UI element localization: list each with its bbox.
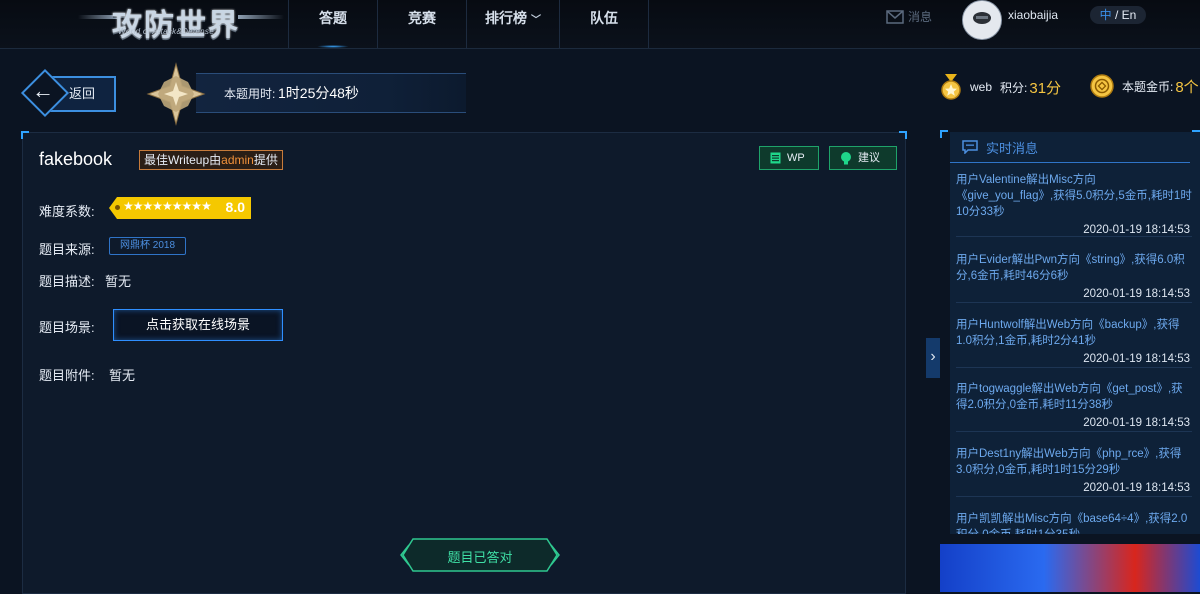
gold-label: 本题金币: <box>1122 79 1174 94</box>
get-scene-button[interactable]: 点击获取在线场景 <box>113 309 283 341</box>
logo-text: 攻防世界 <box>112 8 240 43</box>
mail-icon <box>886 9 904 24</box>
source-badge: 网鼎杯 2018 <box>109 237 187 255</box>
feed-item[interactable]: 用户Valentine解出Misc方向《give_you_flag》,获得5.0… <box>956 172 1192 237</box>
description-value: 暂无 <box>105 274 132 289</box>
wp-button[interactable]: WP <box>759 146 819 170</box>
nav-item-competitions[interactable]: 竞赛 <box>377 0 466 48</box>
coin-icon <box>1090 74 1114 98</box>
top-navbar: 攻防世界 World of Attack&Defense 答题 竞赛 排行榜 ﹀ … <box>0 0 1200 49</box>
panel-toggle-chevron-right-icon[interactable]: › <box>926 338 940 378</box>
points-value: 31分 <box>1029 79 1062 97</box>
feed-item[interactable]: 用户Huntwolf解出Web方向《backup》,获得1.0积分,1金币,耗时… <box>956 317 1192 368</box>
logo-subtext: World of Attack&Defense <box>118 27 214 36</box>
document-icon <box>770 152 781 164</box>
avatar[interactable] <box>962 0 1002 40</box>
difficulty-value: 8.0 <box>225 199 245 215</box>
messages-link[interactable]: 消息 <box>886 8 932 25</box>
feed-item[interactable]: 用户Dest1ny解出Web方向《php_rce》,获得3.0积分,0金币,耗时… <box>956 446 1192 497</box>
category-label: web <box>970 80 993 94</box>
timer-value: 1时25分48秒 <box>278 85 359 101</box>
site-logo[interactable]: 攻防世界 World of Attack&Defense <box>78 2 284 43</box>
solved-label: 题目已答对 <box>447 550 513 565</box>
points-label: 积分: <box>1000 80 1028 95</box>
challenge-title: fakebook <box>39 149 113 169</box>
attachment-label: 题目附件: <box>39 368 95 383</box>
scene-label: 题目场景: <box>39 320 95 335</box>
nav-item-challenges[interactable]: 答题 <box>288 0 377 48</box>
solved-banner: 题目已答对 <box>399 537 561 573</box>
gold-medal-icon <box>941 74 961 100</box>
star-icons: ★★★★★★★★★ <box>123 199 212 213</box>
back-button[interactable]: 返回 ← <box>20 68 120 118</box>
score-info: web 积分: 31分 <box>940 74 1061 100</box>
arrow-left-icon: ← <box>32 78 54 103</box>
feed-item[interactable]: 用户Evider解出Pwn方向《string》,获得6.0积分,6金币,耗时46… <box>956 252 1192 303</box>
medal-star-icon <box>146 62 206 126</box>
nav-item-teams[interactable]: 队伍 <box>559 0 649 48</box>
attachment-value: 暂无 <box>109 368 136 383</box>
gold-value: 8个 <box>1175 78 1199 96</box>
description-label: 题目描述: <box>39 274 95 289</box>
chevron-down-icon: ﹀ <box>531 15 541 26</box>
difficulty-rating: ★★★★★★★★★ 8.0 <box>109 197 251 219</box>
feed-item[interactable]: 用户togwaggle解出Web方向《get_post》,获得2.0积分,0金币… <box>956 381 1192 432</box>
suggest-button[interactable]: 建议 <box>829 146 897 170</box>
lightbulb-icon <box>841 151 851 164</box>
feed-header: 实时消息 <box>950 132 1190 163</box>
username[interactable]: xiaobaijia <box>1008 8 1058 22</box>
user-avatar-icon <box>963 1 1001 39</box>
writeup-badge[interactable]: 最佳Writeup由admin提供 <box>139 150 283 170</box>
gold-info: 本题金币: 8个 <box>1090 74 1199 98</box>
realtime-panel: 实时消息 用户Valentine解出Misc方向《give_you_flag》,… <box>940 130 1200 592</box>
realtime-feed: 实时消息 用户Valentine解出Misc方向《give_you_flag》,… <box>950 132 1200 534</box>
promo-banner-image[interactable] <box>940 544 1200 592</box>
timer-label: 本题用时: <box>224 87 276 101</box>
main-nav: 答题 竞赛 排行榜 ﹀ 队伍 <box>288 0 649 48</box>
language-switch[interactable]: 中 / En <box>1090 6 1146 24</box>
timer-bar: 本题用时: 1时25分48秒 <box>196 73 466 113</box>
challenge-card: fakebook 最佳Writeup由admin提供 WP 建议 难度系数: ★… <box>21 131 907 594</box>
difficulty-label: 难度系数: <box>39 204 95 219</box>
source-label: 题目来源: <box>39 242 95 257</box>
nav-item-leaderboard[interactable]: 排行榜 ﹀ <box>466 0 559 48</box>
feed-item[interactable]: 用户凯凯解出Misc方向《base64÷4》,获得2.0积分,0金币,耗时1分3… <box>956 511 1192 534</box>
chat-bubble-icon <box>962 140 978 154</box>
